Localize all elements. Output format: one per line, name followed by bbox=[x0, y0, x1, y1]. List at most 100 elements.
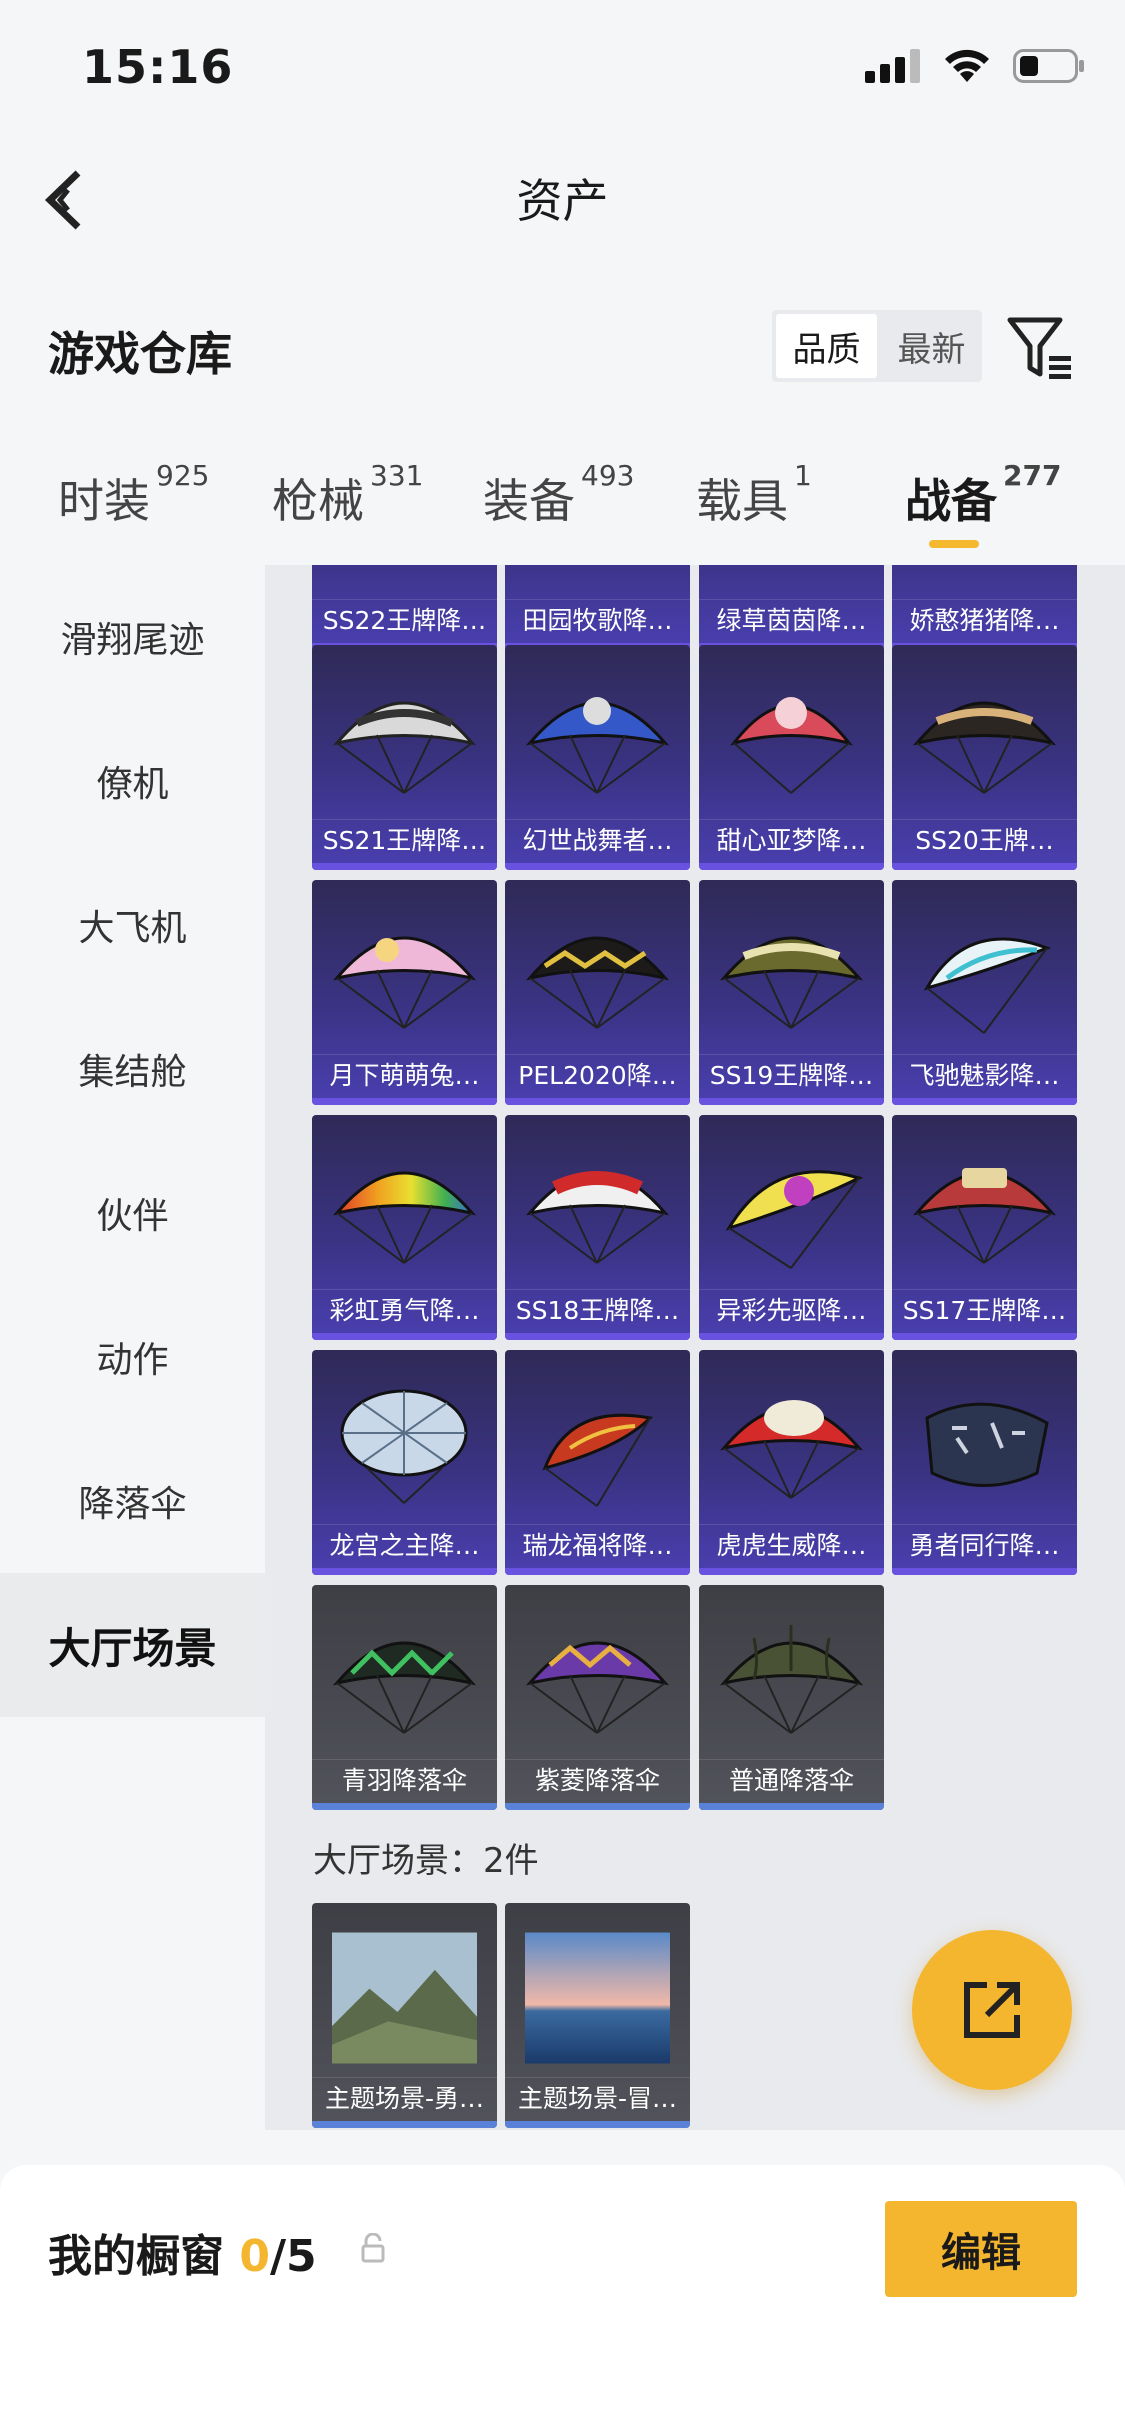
item-card[interactable]: SS18王牌降… bbox=[505, 1115, 690, 1340]
parachute-icon bbox=[526, 1171, 670, 1264]
rarity-bar bbox=[505, 2121, 690, 2128]
lobby-scene-card[interactable]: 主题场景-勇… bbox=[312, 1903, 497, 2128]
status-time: 15:16 bbox=[82, 40, 234, 94]
item-card[interactable]: SS22王牌降… bbox=[312, 565, 497, 650]
item-card[interactable]: SS19王牌降… bbox=[699, 880, 884, 1105]
item-card[interactable]: SS20王牌… bbox=[892, 645, 1077, 870]
nav-bar: 资产 bbox=[0, 135, 1125, 265]
tab-fashion[interactable]: 时装 925 bbox=[58, 459, 209, 531]
item-card[interactable]: SS17王牌降… bbox=[892, 1115, 1077, 1340]
item-card[interactable]: 田园牧歌降… bbox=[505, 565, 690, 650]
sidebar-item-companion[interactable]: 伙伴 bbox=[0, 1141, 265, 1285]
tab-vehicles[interactable]: 载具 1 bbox=[696, 459, 812, 531]
filter-button[interactable] bbox=[1005, 312, 1075, 382]
item-label: SS18王牌降… bbox=[505, 1289, 690, 1332]
showcase-count: 0 bbox=[239, 2231, 270, 2282]
mountain-scene-icon bbox=[332, 1932, 477, 2064]
item-card[interactable]: 绿草茵茵降… bbox=[699, 565, 884, 650]
item-card[interactable]: 幻世战舞者… bbox=[505, 645, 690, 870]
item-card[interactable]: SS21王牌降… bbox=[312, 645, 497, 870]
tab-equipment[interactable]: 装备 493 bbox=[483, 459, 634, 531]
rarity-bar bbox=[312, 2121, 497, 2128]
parachute-icon bbox=[340, 1389, 468, 1504]
rarity-bar bbox=[699, 1098, 884, 1105]
parachute-icon bbox=[333, 1171, 477, 1264]
cellular-signal-icon bbox=[865, 49, 920, 83]
parachute-icon bbox=[526, 697, 670, 794]
category-tabs: 时装 925 枪械 331 装备 493 载具 1 战备 277 bbox=[0, 455, 1125, 565]
tab-label: 载具 bbox=[696, 474, 788, 528]
share-button[interactable] bbox=[912, 1930, 1072, 2090]
sidebar-item-glide-trail[interactable]: 滑翔尾迹 bbox=[0, 565, 265, 709]
parachute-icon bbox=[333, 1641, 477, 1734]
rarity-bar bbox=[699, 1333, 884, 1340]
item-label: 月下萌萌兔… bbox=[312, 1054, 497, 1097]
item-label: 龙宫之主降… bbox=[312, 1524, 497, 1567]
item-card[interactable]: 龙宫之主降… bbox=[312, 1350, 497, 1575]
warehouse-header: 游戏仓库 品质 最新 bbox=[0, 290, 1125, 410]
sidebar-item-airplane[interactable]: 大飞机 bbox=[0, 853, 265, 997]
parachute-icon bbox=[720, 1625, 864, 1734]
parachute-icon bbox=[333, 701, 477, 794]
parachute-icon bbox=[725, 1170, 864, 1269]
tab-count: 1 bbox=[794, 459, 812, 492]
item-label: 勇者同行降… bbox=[892, 1524, 1077, 1567]
rarity-bar bbox=[312, 1333, 497, 1340]
item-card[interactable]: 勇者同行降… bbox=[892, 1350, 1077, 1575]
rarity-bar bbox=[312, 1803, 497, 1810]
item-card[interactable]: 娇憨猪猪降… bbox=[892, 565, 1077, 650]
parachute-icon bbox=[925, 1402, 1049, 1487]
lobby-scene-label: 主题场景-冒… bbox=[505, 2077, 690, 2120]
item-card[interactable]: 月下萌萌兔… bbox=[312, 880, 497, 1105]
item-label: SS21王牌降… bbox=[312, 819, 497, 862]
parachute-icon bbox=[913, 701, 1057, 794]
rarity-bar bbox=[892, 1568, 1077, 1575]
parachute-icon bbox=[542, 1413, 654, 1507]
parachute-icon bbox=[526, 936, 670, 1029]
item-card[interactable]: PEL2020降… bbox=[505, 880, 690, 1105]
rarity-bar bbox=[699, 863, 884, 870]
tab-battle-gear[interactable]: 战备 277 bbox=[905, 459, 1061, 531]
rarity-bar bbox=[699, 1568, 884, 1575]
sunset-sea-icon bbox=[525, 1932, 670, 2064]
item-card[interactable]: 飞驰魅影降… bbox=[892, 880, 1077, 1105]
tab-count: 331 bbox=[370, 459, 424, 492]
lobby-scene-label: 主题场景-勇… bbox=[312, 2077, 497, 2120]
item-card[interactable]: 青羽降落伞 bbox=[312, 1585, 497, 1810]
edit-button[interactable]: 编辑 bbox=[885, 2201, 1077, 2297]
item-card[interactable]: 异彩先驱降… bbox=[699, 1115, 884, 1340]
sidebar-item-parachute[interactable]: 降落伞 bbox=[0, 1429, 265, 1573]
item-label: SS20王牌… bbox=[892, 819, 1077, 862]
item-label: 青羽降落伞 bbox=[312, 1759, 497, 1802]
lock-icon bbox=[361, 2233, 385, 2263]
sidebar-item-emote[interactable]: 动作 bbox=[0, 1285, 265, 1429]
rarity-bar bbox=[892, 1333, 1077, 1340]
tab-active-indicator bbox=[929, 540, 979, 548]
lobby-scene-card[interactable]: 主题场景-冒… bbox=[505, 1903, 690, 2128]
tab-count: 277 bbox=[1003, 459, 1062, 492]
battery-icon bbox=[1013, 49, 1084, 83]
sidebar-item-wingman[interactable]: 僚机 bbox=[0, 709, 265, 853]
parachute-icon bbox=[526, 1641, 670, 1734]
sort-latest-button[interactable]: 最新 bbox=[881, 310, 982, 382]
item-card[interactable]: 甜心亚梦降… bbox=[699, 645, 884, 870]
tab-guns[interactable]: 枪械 331 bbox=[272, 459, 423, 531]
item-card[interactable]: 彩虹勇气降… bbox=[312, 1115, 497, 1340]
item-card[interactable]: 普通降落伞 bbox=[699, 1585, 884, 1810]
tab-count: 925 bbox=[156, 459, 210, 492]
item-label: PEL2020降… bbox=[505, 1054, 690, 1097]
item-label: 绿草茵茵降… bbox=[699, 599, 884, 642]
item-label: 彩虹勇气降… bbox=[312, 1289, 497, 1332]
item-card[interactable]: 虎虎生威降… bbox=[699, 1350, 884, 1575]
item-card[interactable]: 紫菱降落伞 bbox=[505, 1585, 690, 1810]
sidebar-item-assembly-pod[interactable]: 集结舱 bbox=[0, 997, 265, 1141]
item-label: 异彩先驱降… bbox=[699, 1289, 884, 1332]
tab-label: 时装 bbox=[58, 474, 150, 528]
item-label: SS19王牌降… bbox=[699, 1054, 884, 1097]
sidebar-item-lobby-scene[interactable]: 大厅场景 bbox=[0, 1573, 265, 1717]
item-card[interactable]: 瑞龙福将降… bbox=[505, 1350, 690, 1575]
rarity-bar bbox=[892, 863, 1077, 870]
sort-quality-button[interactable]: 品质 bbox=[776, 314, 877, 378]
status-bar: 15:16 bbox=[0, 0, 1125, 135]
item-label: 紫菱降落伞 bbox=[505, 1759, 690, 1802]
